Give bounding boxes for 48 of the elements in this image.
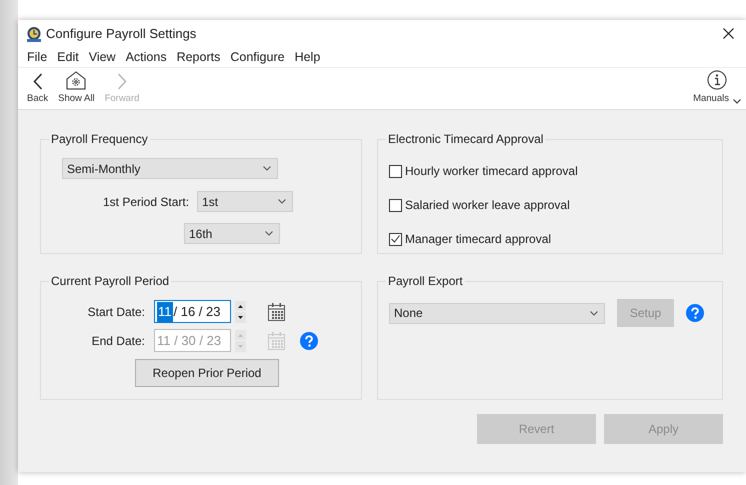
menu-item[interactable]: Reports — [172, 48, 226, 66]
group-title: Electronic Timecard Approval — [387, 132, 544, 146]
reopen-prior-period-button[interactable]: Reopen Prior Period — [135, 359, 279, 388]
dropdown[interactable]: None — [389, 302, 605, 324]
close-icon — [723, 28, 734, 39]
checkbox-option[interactable]: Salaried worker leave approval — [389, 196, 570, 214]
dropdown[interactable]: Semi-Monthly — [62, 158, 278, 180]
down-arrow-icon — [238, 345, 243, 348]
group-title: Current Payroll Period — [50, 274, 170, 288]
menu-item[interactable]: View — [84, 48, 121, 66]
caret-icon — [278, 199, 286, 204]
group-title: Payroll Export — [387, 274, 464, 288]
checkbox-option[interactable]: Hourly worker timecard approval — [389, 162, 578, 180]
menu-item[interactable]: Help — [290, 48, 326, 66]
app-logo-icon — [26, 26, 42, 42]
checkbox-option[interactable]: Manager timecard approval — [389, 230, 552, 248]
dropdown[interactable]: 16th — [184, 223, 280, 244]
checkbox[interactable] — [389, 164, 402, 178]
check-icon — [391, 235, 400, 244]
menu-item[interactable]: File — [22, 48, 52, 66]
caret-icon — [263, 166, 271, 172]
info-icon — [707, 70, 728, 90]
house-gear-icon — [66, 70, 86, 90]
toolbar-button[interactable]: Show All — [53, 68, 100, 109]
window-title: Configure Payroll Settings — [46, 24, 196, 43]
caret-icon — [590, 310, 598, 316]
checkbox[interactable] — [389, 198, 402, 212]
help-icon — [300, 332, 318, 350]
group-title: Payroll Frequency — [50, 132, 149, 146]
up-arrow-icon — [238, 334, 243, 337]
caret-icon — [733, 99, 741, 104]
down-arrow-icon — [238, 316, 243, 320]
field-label: End Date: — [90, 332, 145, 350]
dropdown[interactable]: 1st — [197, 191, 294, 212]
menu-item[interactable]: Configure — [225, 48, 290, 66]
help-icon — [686, 304, 704, 322]
field-label: Start Date: — [86, 304, 145, 321]
toolbar-button[interactable]: Back — [22, 68, 54, 109]
date-field[interactable]: 11/ 16 / 23 — [154, 300, 231, 324]
calendar-icon[interactable] — [267, 302, 286, 322]
menu-item[interactable]: Actions — [120, 48, 172, 66]
spin-buttons[interactable] — [235, 300, 246, 323]
up-arrow-icon — [238, 304, 243, 308]
manuals-button[interactable]: Manuals — [688, 68, 746, 109]
caret-icon — [265, 231, 273, 236]
field-label: 1st Period Start: — [103, 194, 190, 211]
checkbox[interactable] — [389, 232, 402, 246]
menu-item[interactable]: Edit — [52, 48, 84, 66]
